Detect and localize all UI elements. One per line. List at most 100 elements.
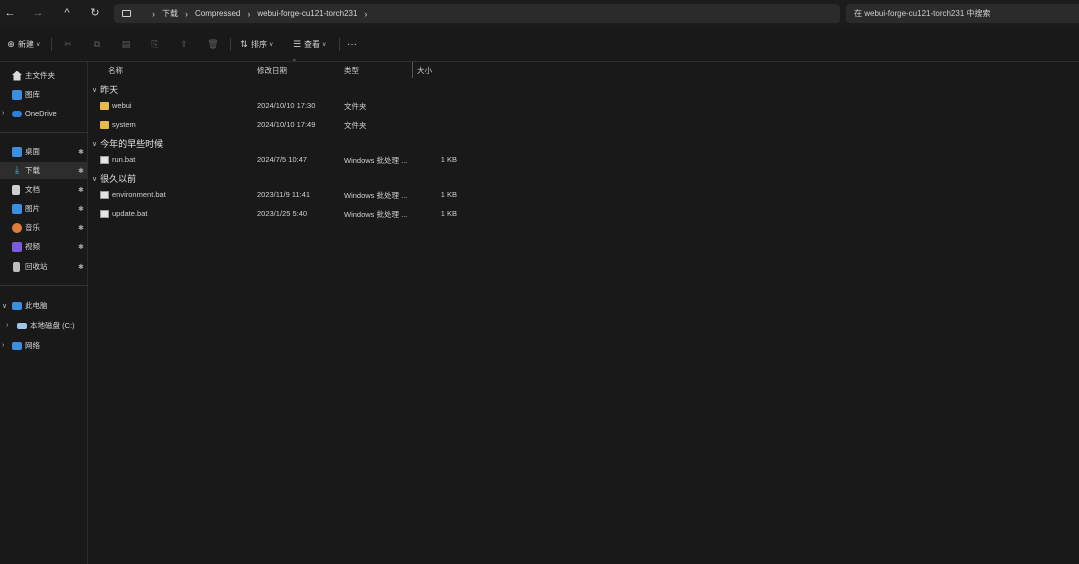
scissors-icon: ✂: [64, 39, 72, 49]
file-list-pane: ^ 名称 修改日期 类型 大小 ∨ 昨天 webui 2024/10/10 17…: [89, 59, 1079, 564]
sidebar-item-gallery[interactable]: 图库: [0, 86, 88, 103]
more-options-button[interactable]: ···: [347, 37, 357, 51]
sidebar-item-this-pc[interactable]: ∨ 此电脑: [0, 297, 88, 314]
column-header-date[interactable]: 修改日期: [257, 65, 287, 76]
sidebar-divider: [0, 132, 88, 133]
sidebar-item-downloads[interactable]: ⤓ 下载 ✱: [0, 162, 88, 179]
file-name: system: [112, 120, 136, 129]
document-icon: [12, 184, 20, 195]
chevron-down-icon: ∨: [269, 41, 274, 48]
sidebar-item-pictures[interactable]: 图片 ✱: [0, 200, 88, 217]
file-name: run.bat: [112, 155, 136, 164]
up-arrow-icon: ^: [64, 7, 70, 19]
file-row[interactable]: run.bat 2024/7/5 10:47 Windows 批处理 ... 1…: [89, 152, 1079, 169]
address-field[interactable]: › 下载 › Compressed › webui-forge-cu121-to…: [114, 4, 840, 23]
computer-icon: [12, 302, 22, 310]
sidebar-item-videos[interactable]: 视频 ✱: [0, 238, 88, 255]
refresh-button[interactable]: ↻: [85, 4, 105, 22]
chevron-right-icon: ›: [2, 110, 5, 117]
chevron-down-icon: ∨: [92, 140, 98, 148]
column-resize-handle[interactable]: [412, 62, 413, 78]
toolbar-divider: [339, 38, 340, 51]
more-dots-icon: ···: [347, 38, 357, 50]
file-date: 2024/10/10 17:30: [257, 101, 316, 110]
view-label: 查看: [304, 39, 320, 49]
up-button[interactable]: ^: [57, 4, 77, 22]
breadcrumb-downloads[interactable]: 下载: [162, 8, 178, 19]
sidebar-item-home[interactable]: 主文件夹: [0, 67, 88, 84]
plus-circle-icon: ⊕: [7, 39, 15, 49]
rename-icon: ⎘: [151, 39, 159, 49]
batch-file-icon: [100, 156, 109, 164]
share-button[interactable]: ⇪: [177, 37, 191, 51]
column-header-size[interactable]: 大小: [417, 65, 432, 76]
command-bar: ⊕ 新建 ∨ ✂ ⧉ ▤ ⎘ ⇪ 🗑 ⇅ 排序 ∨ ☰ 查看 ∨ ···: [0, 30, 1079, 58]
chevron-right-icon: ›: [152, 8, 155, 19]
sidebar-item-onedrive[interactable]: › OneDrive: [0, 105, 88, 122]
search-input[interactable]: 在 webui-forge-cu121-torch231 中搜索: [846, 4, 1079, 23]
forward-button[interactable]: →: [28, 4, 48, 22]
view-button[interactable]: ☰ 查看 ∨: [290, 37, 326, 51]
sort-indicator-icon: ^: [293, 59, 296, 65]
chevron-right-icon: ›: [185, 8, 188, 19]
group-header-yesterday[interactable]: ∨ 昨天: [92, 83, 118, 96]
batch-file-icon: [100, 210, 109, 218]
sidebar-item-music[interactable]: 音乐 ✱: [0, 219, 88, 236]
file-size: 1 KB: [440, 190, 457, 199]
column-header-name[interactable]: 名称: [108, 65, 123, 76]
trash-icon: 🗑: [207, 39, 219, 49]
file-type: Windows 批处理 ...: [344, 191, 408, 200]
chevron-down-icon: ∨: [36, 41, 41, 48]
file-row[interactable]: update.bat 2023/1/25 5:40 Windows 批处理 ..…: [89, 206, 1079, 223]
forward-arrow-icon: →: [32, 7, 44, 19]
download-icon: ⤓: [14, 164, 20, 176]
delete-button[interactable]: 🗑: [206, 37, 220, 51]
file-date: 2024/10/10 17:49: [257, 120, 316, 129]
sidebar-item-documents[interactable]: 文档 ✱: [0, 181, 88, 198]
chevron-down-icon: ∨: [92, 175, 98, 183]
chevron-down-icon: ∨: [92, 86, 98, 94]
monitor-icon: [122, 10, 131, 17]
view-lines-icon: ☰: [292, 39, 302, 49]
new-button[interactable]: ⊕ 新建 ∨: [4, 37, 40, 51]
refresh-icon: ↻: [90, 7, 100, 19]
pin-icon: ✱: [78, 167, 84, 175]
toolbar-divider: [51, 38, 52, 51]
chevron-down-icon: ∨: [322, 41, 327, 48]
picture-icon: [12, 203, 22, 214]
new-label: 新建: [18, 39, 34, 49]
paste-button[interactable]: ▤: [119, 37, 133, 51]
chevron-right-icon: ›: [247, 8, 251, 19]
chevron-right-icon: ›: [6, 322, 9, 329]
back-button[interactable]: ←: [0, 4, 20, 22]
sidebar-item-recycle-bin[interactable]: 回收站 ✱: [0, 258, 88, 275]
sort-button[interactable]: ⇅ 排序 ∨: [237, 37, 273, 51]
folder-icon: [100, 121, 109, 129]
sidebar-item-network[interactable]: › 网络: [0, 337, 88, 354]
sidebar-item-local-disk[interactable]: › 本地磁盘 (C:): [0, 317, 88, 334]
breadcrumb-compressed[interactable]: Compressed: [195, 9, 240, 18]
file-name: environment.bat: [112, 190, 166, 199]
file-row[interactable]: system 2024/10/10 17:49 文件夹: [89, 117, 1079, 134]
pin-icon: ✱: [78, 205, 84, 213]
rename-button[interactable]: ⎘: [148, 37, 162, 51]
file-size: 1 KB: [440, 209, 457, 218]
file-date: 2023/11/9 11:41: [257, 190, 311, 199]
cut-button[interactable]: ✂: [61, 37, 75, 51]
folder-icon: [100, 102, 109, 110]
copy-button[interactable]: ⧉: [90, 37, 104, 51]
sidebar-divider: [0, 285, 88, 286]
file-row[interactable]: webui 2024/10/10 17:30 文件夹: [89, 98, 1079, 115]
column-header-type[interactable]: 类型: [344, 65, 359, 76]
home-icon: [12, 70, 22, 81]
file-name: update.bat: [112, 209, 148, 218]
pin-icon: ✱: [78, 186, 84, 194]
sidebar-item-desktop[interactable]: 桌面 ✱: [0, 143, 88, 160]
pin-icon: ✱: [78, 224, 84, 232]
clipboard-icon: ▤: [121, 39, 131, 49]
file-row[interactable]: environment.bat 2023/11/9 11:41 Windows …: [89, 187, 1079, 204]
group-header-long-ago[interactable]: ∨ 很久以前: [92, 172, 136, 185]
toolbar-divider: [230, 38, 231, 51]
group-header-earlier-this-year[interactable]: ∨ 今年的早些时候: [92, 137, 163, 150]
breadcrumb-webui-forge[interactable]: webui-forge-cu121-torch231: [257, 9, 357, 18]
